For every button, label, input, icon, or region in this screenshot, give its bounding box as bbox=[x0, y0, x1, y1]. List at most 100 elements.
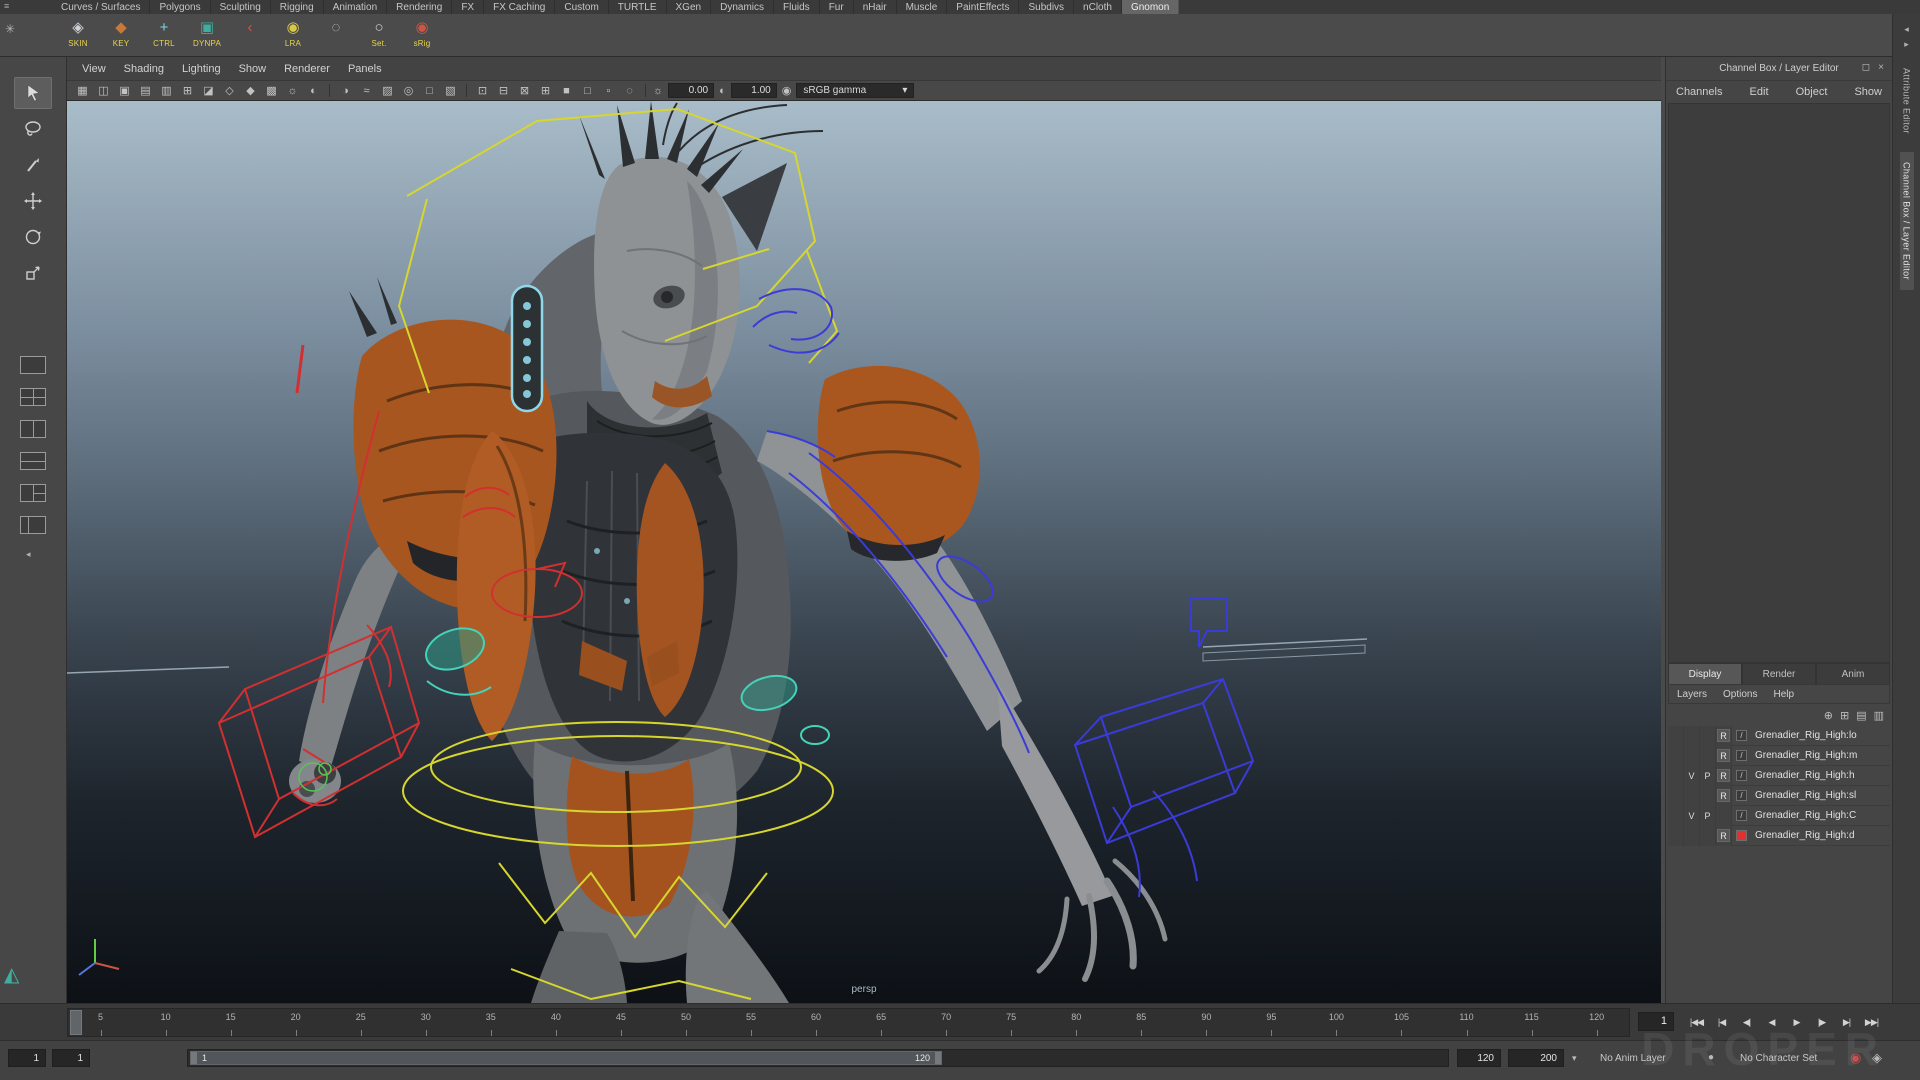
timeline-tick[interactable]: 105 bbox=[1369, 1009, 1434, 1036]
time-slider[interactable]: 5101520253035404550556065707580859095100… bbox=[67, 1008, 1630, 1037]
gamma-icon[interactable]: ◐ bbox=[719, 85, 726, 97]
timeline-tick[interactable]: 100 bbox=[1304, 1009, 1369, 1036]
layer-visibility-cell[interactable] bbox=[1684, 826, 1700, 846]
playback-start-field[interactable]: 1 bbox=[52, 1049, 90, 1067]
layer-name[interactable]: Grenadier_Rig_High:sl bbox=[1751, 790, 1890, 801]
use-all-lights-icon[interactable]: ☼ bbox=[282, 85, 303, 97]
range-slider[interactable]: 1 120 bbox=[187, 1049, 1449, 1067]
layer-color-swatch[interactable]: / bbox=[1732, 750, 1751, 761]
viewport-menu-item[interactable]: View bbox=[73, 63, 115, 75]
timeline-tick[interactable]: 85 bbox=[1109, 1009, 1174, 1036]
ambient-occlusion-icon[interactable]: ◑ bbox=[335, 85, 356, 97]
isolate-select-icon[interactable]: □ bbox=[419, 85, 440, 97]
animation-preferences-icon[interactable]: ◈ bbox=[1872, 1050, 1882, 1066]
new-empty-layer-icon[interactable]: ⊕ bbox=[1824, 709, 1833, 722]
dock-tab[interactable]: Channel Box / Layer Editor bbox=[1900, 152, 1914, 290]
lasso-tool-button[interactable] bbox=[14, 113, 52, 145]
bookmarks-icon[interactable]: ▤ bbox=[135, 84, 156, 97]
color-management-globe-icon[interactable]: ◉ bbox=[782, 84, 792, 97]
two-d-pan-zoom-icon[interactable]: ⊞ bbox=[177, 84, 198, 97]
layer-playback-cell[interactable] bbox=[1700, 786, 1716, 806]
set-key-icon[interactable]: ● bbox=[1708, 1052, 1714, 1063]
layer-visibility-cell[interactable]: V bbox=[1684, 766, 1700, 786]
layer-row[interactable]: R Grenadier_Rig_High:d bbox=[1668, 826, 1890, 846]
layer-toggle-cell[interactable] bbox=[1668, 826, 1684, 846]
layer-visibility-cell[interactable] bbox=[1684, 786, 1700, 806]
timeline-tick[interactable]: 95 bbox=[1239, 1009, 1304, 1036]
hud-toggle-icon[interactable]: ◌ bbox=[619, 85, 640, 97]
timeline-tick[interactable]: 55 bbox=[718, 1009, 783, 1036]
sync-layers-icon[interactable]: ▥ bbox=[1874, 709, 1884, 722]
play-backward-button[interactable]: ◀ bbox=[1759, 1010, 1784, 1035]
layer-name[interactable]: Grenadier_Rig_High:m bbox=[1751, 750, 1890, 761]
layer-toggle-cell[interactable] bbox=[1668, 786, 1684, 806]
sort-layers-icon[interactable]: ▤ bbox=[1856, 709, 1866, 722]
animation-end-field[interactable]: 200 bbox=[1508, 1049, 1564, 1067]
layer-display-type-cell[interactable]: R bbox=[1716, 826, 1732, 846]
timeline-tick[interactable]: 30 bbox=[393, 1009, 458, 1036]
layer-row[interactable]: R / Grenadier_Rig_High:sl bbox=[1668, 786, 1890, 806]
layer-color-swatch[interactable]: / bbox=[1732, 790, 1751, 801]
display-mask-icon[interactable]: ⊠ bbox=[514, 84, 535, 97]
shelf-tab[interactable]: Custom bbox=[555, 0, 608, 14]
timeline-tick[interactable]: 70 bbox=[914, 1009, 979, 1036]
layer-visibility-cell[interactable] bbox=[1684, 726, 1700, 746]
step-forward-frame-button[interactable]: ▶| bbox=[1834, 1010, 1859, 1035]
layer-toggle-cell[interactable] bbox=[1668, 766, 1684, 786]
timeline-playhead[interactable] bbox=[70, 1010, 82, 1035]
auto-keyframe-icon[interactable]: ◉ bbox=[1850, 1050, 1861, 1066]
viewport-menu-item[interactable]: Panels bbox=[339, 63, 391, 75]
go-to-start-button[interactable]: |◀◀ bbox=[1684, 1010, 1709, 1035]
timeline-tick[interactable]: 35 bbox=[458, 1009, 523, 1036]
timeline-tick[interactable]: 40 bbox=[523, 1009, 588, 1036]
layout-three-pane-button[interactable] bbox=[14, 477, 52, 509]
layer-color-swatch[interactable] bbox=[1732, 830, 1751, 841]
layer-row[interactable]: V P / Grenadier_Rig_High:C bbox=[1668, 806, 1890, 826]
viewport-menu-item[interactable]: Show bbox=[230, 63, 276, 75]
multisample-icon[interactable]: ▨ bbox=[377, 84, 398, 97]
layer-editor-menu-item[interactable]: Layers bbox=[1677, 689, 1707, 700]
xray-icon[interactable]: ▧ bbox=[440, 84, 461, 97]
wireframe-display-icon[interactable]: ◇ bbox=[219, 84, 240, 97]
timeline-tick[interactable]: 10 bbox=[133, 1009, 198, 1036]
collapse-right-icon[interactable]: ▸ bbox=[1904, 39, 1909, 50]
layer-name[interactable]: Grenadier_Rig_High:C bbox=[1751, 810, 1890, 821]
range-end-grip[interactable] bbox=[935, 1052, 941, 1064]
lock-camera-icon[interactable]: ◫ bbox=[93, 84, 114, 97]
layer-name[interactable]: Grenadier_Rig_High:lo bbox=[1751, 730, 1890, 741]
camera-attributes-icon[interactable]: ▣ bbox=[114, 84, 135, 97]
step-back-frame-button[interactable]: |◀ bbox=[1709, 1010, 1734, 1035]
layer-display-type-cell[interactable] bbox=[1716, 806, 1732, 826]
field-chart-icon[interactable]: ▫ bbox=[598, 85, 619, 97]
timeline-tick[interactable]: 60 bbox=[784, 1009, 849, 1036]
layer-editor-tab[interactable]: Anim bbox=[1816, 663, 1890, 684]
layer-visibility-cell[interactable] bbox=[1684, 746, 1700, 766]
layer-playback-cell[interactable]: P bbox=[1700, 766, 1716, 786]
layer-row[interactable]: R / Grenadier_Rig_High:lo bbox=[1668, 726, 1890, 746]
select-camera-icon[interactable]: ▦ bbox=[72, 84, 93, 97]
timeline-tick[interactable]: 20 bbox=[263, 1009, 328, 1036]
timeline-tick[interactable]: 65 bbox=[849, 1009, 914, 1036]
shelf-tab[interactable]: Gnomon bbox=[1122, 0, 1179, 14]
step-forward-key-button[interactable]: |▶ bbox=[1809, 1010, 1834, 1035]
step-back-key-button[interactable]: ◀| bbox=[1734, 1010, 1759, 1035]
range-slider-selection[interactable]: 1 120 bbox=[190, 1051, 942, 1065]
viewport-menu-item[interactable]: Renderer bbox=[275, 63, 339, 75]
close-panel-icon[interactable]: × bbox=[1878, 62, 1884, 73]
gear-icon[interactable]: ✳ bbox=[5, 22, 15, 36]
shaded-display-icon[interactable]: ◆ bbox=[240, 84, 261, 97]
character-set-status[interactable]: No Character Set bbox=[1740, 1053, 1817, 1064]
safe-action-icon[interactable]: ■ bbox=[556, 85, 577, 97]
shelf-tab[interactable]: Sculpting bbox=[211, 0, 271, 14]
shelf-tab[interactable]: Curves / Surfaces bbox=[52, 0, 150, 14]
safe-title-icon[interactable]: □ bbox=[577, 85, 598, 97]
timeline-tick[interactable]: 120 bbox=[1564, 1009, 1629, 1036]
layer-editor-tab[interactable]: Display bbox=[1668, 663, 1742, 684]
ctrl-shelf-button[interactable]: + CTRL bbox=[146, 16, 182, 55]
timeline-tick[interactable]: 115 bbox=[1499, 1009, 1564, 1036]
layer-color-swatch[interactable]: / bbox=[1732, 730, 1751, 741]
channel-box-menu-item[interactable]: Edit bbox=[1750, 86, 1769, 98]
shelf-tab[interactable]: TURTLE bbox=[609, 0, 667, 14]
timeline-tick[interactable]: 80 bbox=[1044, 1009, 1109, 1036]
shelf-tab[interactable]: Animation bbox=[324, 0, 387, 14]
